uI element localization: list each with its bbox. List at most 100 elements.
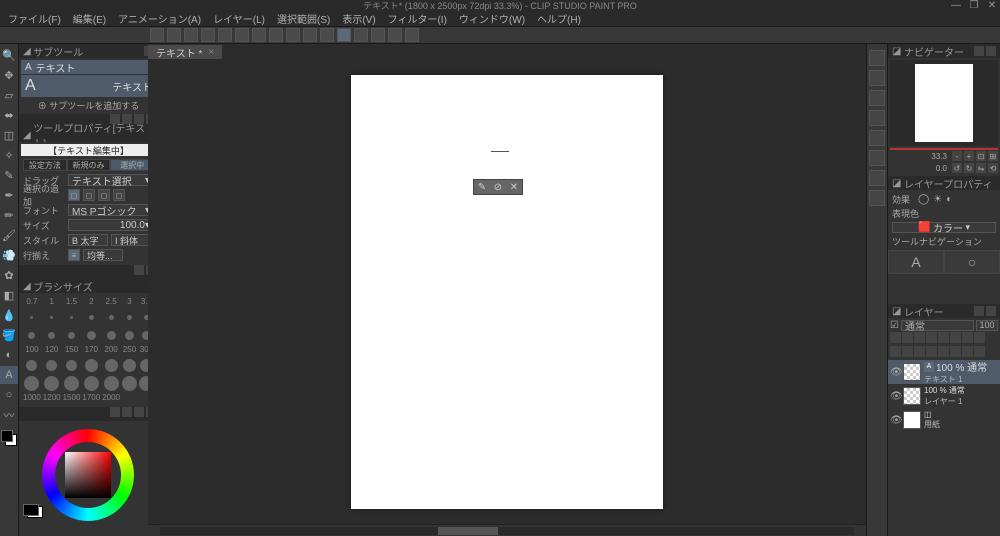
tab-settings[interactable]: 設定方法 (23, 159, 67, 171)
brush-dot[interactable] (122, 327, 137, 343)
layer-tool-icon[interactable] (914, 346, 925, 357)
brush-dot[interactable] (23, 357, 41, 373)
actual-icon[interactable]: ⊞ (988, 151, 998, 161)
brush-dot[interactable] (82, 375, 100, 391)
text-tool-icon[interactable]: A (0, 366, 18, 384)
quickaccess-icon[interactable] (869, 50, 885, 66)
panel-btn-icon[interactable] (974, 46, 984, 56)
h-scrollbar[interactable] (148, 524, 866, 536)
operation-tool-icon[interactable]: ▱ (0, 86, 18, 104)
menu-layer[interactable]: レイヤー(L) (209, 11, 269, 26)
fill-tool-icon[interactable]: 🪣 (0, 326, 18, 344)
move-tool-icon[interactable]: ✥ (0, 66, 18, 84)
brush-dot[interactable] (43, 309, 61, 325)
size-input[interactable]: 100.0▾ (68, 219, 154, 231)
maximize-button[interactable]: ❐ (968, 0, 980, 11)
layer-tool-icon[interactable] (950, 346, 961, 357)
layer-tool-icon[interactable] (890, 346, 901, 357)
menu-file[interactable]: ファイル(F) (4, 11, 65, 26)
eyedropper-tool-icon[interactable]: ✎ (0, 166, 18, 184)
panel-btn-icon[interactable] (986, 306, 996, 316)
material-icon[interactable] (869, 90, 885, 106)
edit-icon[interactable]: ✎ (478, 182, 486, 193)
seladd-new-icon[interactable]: ◻ (68, 189, 80, 201)
add-subtool-button[interactable]: ⊕ サブツールを追加する (21, 98, 156, 112)
visibility-icon[interactable]: 👁 (890, 391, 900, 402)
cmd-icon[interactable] (320, 28, 334, 42)
menu-view[interactable]: 表示(V) (338, 11, 379, 26)
brush-dot[interactable] (102, 327, 120, 343)
doc-tab[interactable]: テキスト *× (148, 45, 222, 59)
decoration-tool-icon[interactable]: ✿ (0, 266, 18, 284)
layer-tool-icon[interactable] (914, 332, 925, 343)
cmd-icon[interactable] (235, 28, 249, 42)
brush-dot[interactable] (63, 357, 81, 373)
blend-icon[interactable]: ☑ (890, 320, 899, 331)
brush-dot[interactable] (43, 375, 61, 391)
cmd-icon[interactable] (269, 28, 283, 42)
zoom-value[interactable]: 33.3 (928, 151, 950, 161)
panel-btn-icon[interactable] (974, 306, 984, 316)
cancel-icon[interactable]: ✕ (510, 182, 518, 193)
subtool-selected[interactable]: Aテキスト (21, 75, 156, 97)
italic-toggle[interactable]: I 斜体 (111, 234, 151, 246)
layer-tool-icon[interactable] (926, 332, 937, 343)
page[interactable]: ✎ ⊘ ✕ (351, 75, 663, 509)
brush-dot[interactable] (122, 375, 137, 391)
menu-selection[interactable]: 選択範囲(S) (273, 11, 334, 26)
balloon-tool-icon[interactable]: ○ (0, 386, 18, 404)
opacity-input[interactable]: 100 (976, 320, 998, 331)
marquee-tool-icon[interactable]: ◫ (0, 126, 18, 144)
material-icon[interactable] (869, 170, 885, 186)
toolnav-object-icon[interactable]: ○ (944, 250, 1000, 274)
close-button[interactable]: ✕ (986, 0, 998, 11)
subtool-item[interactable]: Aテキスト (21, 60, 156, 74)
correct-tool-icon[interactable]: 〰 (0, 406, 18, 424)
brush-dot[interactable] (23, 327, 41, 343)
zoom-in-icon[interactable]: + (964, 151, 974, 161)
effect-btn-icon[interactable]: ◯ (918, 194, 929, 205)
brush-dot[interactable] (63, 375, 81, 391)
layer-row[interactable]: 👁 100 % 通常レイヤー 1 (888, 384, 1000, 408)
layer-tool-icon[interactable] (926, 346, 937, 357)
tab-new[interactable]: 新規のみ (67, 159, 111, 171)
cmd-icon[interactable] (167, 28, 181, 42)
layer-tool-icon[interactable] (950, 332, 961, 343)
cmd-icon[interactable] (286, 28, 300, 42)
material-icon[interactable] (869, 110, 885, 126)
brush-dot[interactable] (63, 309, 81, 325)
brush-dot[interactable] (23, 309, 41, 325)
menu-edit[interactable]: 編集(E) (69, 11, 110, 26)
panel-btn-icon[interactable] (986, 46, 996, 56)
panel-btn-icon[interactable] (122, 407, 132, 417)
zoom-out-icon[interactable]: - (952, 151, 962, 161)
navigator-preview[interactable] (890, 60, 998, 146)
layer-tool-icon[interactable] (974, 346, 985, 357)
rot-cw-icon[interactable]: ↻ (964, 163, 974, 173)
toolnav-text-icon[interactable]: A (888, 250, 944, 274)
minimize-button[interactable]: — (950, 0, 962, 11)
cmd-icon[interactable] (252, 28, 266, 42)
cmd-icon[interactable] (184, 28, 198, 42)
layer-tool-icon[interactable] (962, 346, 973, 357)
canvas[interactable]: ✎ ⊘ ✕ (148, 60, 866, 524)
font-select[interactable]: MS Pゴシック▾ (68, 204, 154, 216)
brush-dot[interactable] (63, 327, 81, 343)
menu-animation[interactable]: アニメーション(A) (114, 11, 205, 26)
color-mode-select[interactable]: 🟥 カラー ▾ (892, 222, 996, 233)
effect-btn-icon[interactable]: ☀ (933, 194, 942, 205)
seladd-int-icon[interactable]: ◻ (113, 189, 125, 201)
brush-dot[interactable] (122, 357, 137, 373)
cmd-icon[interactable] (201, 28, 215, 42)
visibility-icon[interactable]: 👁 (890, 415, 900, 426)
layer-row[interactable]: 👁 A100 % 通常テキスト 1 (888, 360, 1000, 384)
brush-dot[interactable] (102, 375, 120, 391)
cmd-icon[interactable] (337, 28, 351, 42)
align-select[interactable]: 均等... (83, 249, 123, 261)
airbrush-tool-icon[interactable]: 💨 (0, 246, 18, 264)
brush-dot[interactable] (82, 357, 100, 373)
cmd-icon[interactable] (354, 28, 368, 42)
brush-tool-icon[interactable]: 🖌 (0, 226, 18, 244)
brush-dot[interactable] (23, 375, 41, 391)
brush-dot[interactable] (43, 357, 61, 373)
